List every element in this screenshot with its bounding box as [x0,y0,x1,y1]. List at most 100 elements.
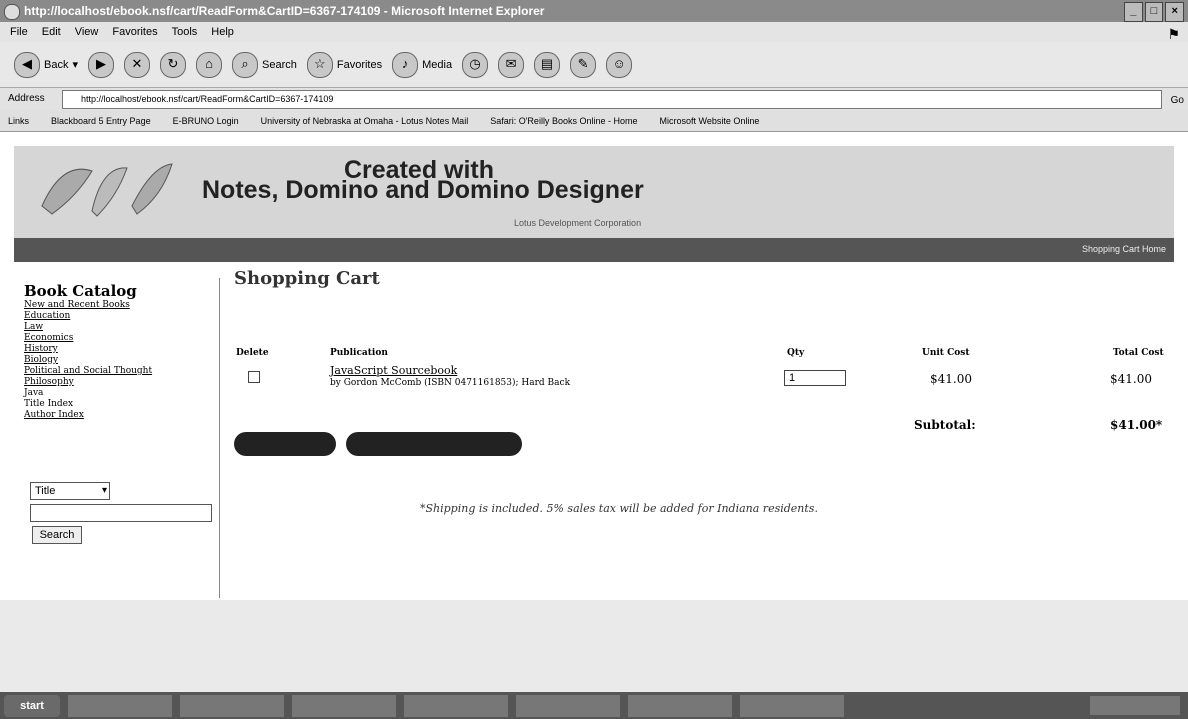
star-icon: ☆ [306,51,333,78]
sidebar-item-title-index[interactable]: Title Index [24,399,219,410]
stop-button[interactable]: ✕ [124,51,150,78]
chevron-down-icon[interactable]: ▾ [72,58,78,71]
ie-icon [4,4,20,20]
stop-icon: ✕ [124,51,150,78]
sidebar-item-biology[interactable]: Biology [24,355,219,366]
menu-view[interactable]: View [75,22,99,42]
edit-button[interactable]: ✎ [570,51,597,78]
link-safari[interactable]: Safari: O'Reilly Books Online - Home [490,110,637,131]
search-label: Search [262,58,297,71]
subtotal-label: Subtotal: [914,418,976,432]
address-input[interactable]: http://localhost/ebook.nsf/cart/ReadForm… [62,90,1162,109]
sidebar-item-philosophy[interactable]: Philosophy [24,377,219,388]
menu-file[interactable]: File [10,22,28,42]
sidebar-item-java[interactable]: Java [24,388,219,399]
col-qty: Qty [787,348,805,358]
col-delete: Delete [236,348,269,358]
delete-checkbox[interactable] [248,371,260,383]
lotus-logo [32,156,182,220]
sidebar-item-new-books[interactable]: New and Recent Books [24,300,219,311]
subtotal-value: $41.00* [1110,418,1163,432]
back-button[interactable]: ◀ Back ▾ [14,51,78,78]
link-microsoft[interactable]: Microsoft Website Online [659,110,759,131]
unit-cost-value: $41.00 [930,372,972,386]
media-button[interactable]: ♪ Media [392,51,452,78]
page-bottom-area [0,600,1188,692]
maximize-button[interactable]: □ [1144,2,1164,22]
search-field-select[interactable]: Title ▾ [30,482,110,500]
print-button[interactable]: ▤ [534,51,561,78]
search-field-value: Title [35,485,56,497]
col-total-cost: Total Cost [1113,348,1164,358]
messenger-button[interactable]: ☺ [606,51,633,78]
update-cart-button[interactable] [234,432,336,456]
media-icon: ♪ [392,51,419,78]
print-icon: ▤ [534,51,561,78]
start-button[interactable]: start [4,694,60,717]
taskbar: start [0,692,1188,719]
sidebar-item-law[interactable]: Law [24,322,219,333]
windows-logo-icon: ⚑ [1167,26,1180,42]
address-label: Address [8,93,45,104]
search-icon: ⌕ [232,51,258,78]
lotus-logo-mark [41,163,173,217]
mail-icon: ✉ [498,51,525,78]
home-button[interactable]: ⌂ [196,51,222,78]
forward-arrow-icon: ▶ [88,51,114,78]
link-blackboard[interactable]: Blackboard 5 Entry Page [51,110,151,131]
taskbar-item-2[interactable] [292,694,396,717]
favorites-label: Favorites [336,58,383,71]
sidebar-item-history[interactable]: History [24,344,219,355]
refresh-button[interactable]: ↻ [160,51,186,78]
link-ebruno[interactable]: E-BRUNO Login [173,110,239,131]
forward-button[interactable]: ▶ [88,51,114,78]
favorites-button[interactable]: ☆ Favorites [306,51,383,78]
sidebar: Book Catalog New and Recent Books Educat… [24,278,220,598]
nav-band: Shopping Cart Home [14,238,1174,262]
history-icon: ◷ [462,51,489,78]
page-title: Shopping Cart [234,268,380,289]
taskbar-item-1[interactable] [180,694,284,717]
banner-subtitle: Lotus Development Corporation [514,218,642,228]
toolbar: ◀ Back ▾ ▶ ✕ ↻ ⌂ ⌕ Search ☆ Favorites ♪ … [0,42,1188,88]
quick-launch[interactable] [68,694,172,717]
publication-link[interactable]: JavaScript Sourcebook [330,364,457,377]
search-input[interactable] [30,504,212,522]
band-links[interactable]: Shopping Cart Home [1082,244,1166,254]
link-uno-mail[interactable]: University of Nebraska at Omaha - Lotus … [261,110,469,131]
taskbar-item-5[interactable] [628,694,732,717]
qty-input[interactable]: 1 [784,370,846,386]
sidebar-item-author-index[interactable]: Author Index [24,410,219,421]
history-button[interactable]: ◷ [462,51,489,78]
home-icon: ⌂ [196,51,222,78]
total-cost-value: $41.00 [1110,372,1152,386]
mail-button[interactable]: ✉ [498,51,525,78]
search-button[interactable]: ⌕ Search [232,51,297,78]
address-bar: Address http://localhost/ebook.nsf/cart/… [0,88,1188,110]
taskbar-item-6[interactable] [740,694,844,717]
menu-favorites[interactable]: Favorites [112,22,157,42]
menu-tools[interactable]: Tools [172,22,198,42]
links-bar: Links Blackboard 5 Entry Page E-BRUNO Lo… [0,110,1188,132]
back-label: Back [44,58,69,71]
go-button[interactable]: Go [1171,90,1184,112]
sidebar-item-political[interactable]: Political and Social Thought [24,366,219,377]
window-title-bar: http://localhost/ebook.nsf/cart/ReadForm… [0,0,1188,22]
window-controls: _ □ × [1124,2,1185,22]
sidebar-heading: Book Catalog [24,282,137,300]
menu-help[interactable]: Help [211,22,234,42]
links-label: Links [8,116,30,126]
sidebar-item-economics[interactable]: Economics [24,333,219,344]
taskbar-item-3[interactable] [404,694,508,717]
minimize-button[interactable]: _ [1124,2,1143,22]
chevron-down-icon: ▾ [101,485,107,496]
taskbar-item-4[interactable] [516,694,620,717]
checkout-button[interactable] [346,432,522,456]
close-button[interactable]: × [1165,2,1185,22]
window-title: http://localhost/ebook.nsf/cart/ReadForm… [24,4,545,18]
search-submit-button[interactable]: Search [32,526,82,544]
shipping-note: *Shipping is included. 5% sales tax will… [420,502,818,515]
sidebar-item-education[interactable]: Education [24,311,219,322]
menu-edit[interactable]: Edit [42,22,61,42]
back-arrow-icon: ◀ [14,51,40,78]
